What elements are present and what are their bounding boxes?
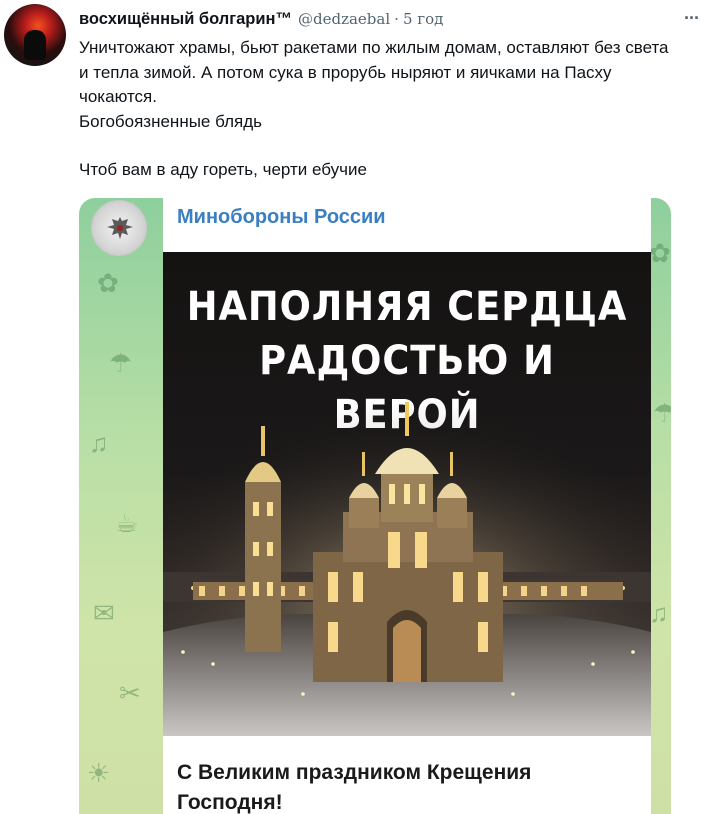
ministry-emblem-icon — [107, 217, 133, 239]
poster-image: НАПОЛНЯЯ СЕРДЦА РАДОСТЬЮ И ВЕРОЙ — [163, 252, 651, 736]
wallpaper-doodle-icon: ♫ — [89, 428, 109, 458]
tweet-text-line: Богобоязненные блядь — [79, 111, 262, 131]
poster-headline-line: НАПОЛНЯЯ СЕРДЦА — [186, 284, 628, 330]
tweet-timestamp[interactable]: 5 год — [403, 10, 443, 28]
wallpaper-doodle-icon: ✿ — [97, 268, 119, 298]
wallpaper-doodle-icon: ☂ — [653, 398, 671, 428]
tweet: восхищённый болгарин™ @dedzaebal · 5 год… — [0, 0, 701, 814]
tweet-text-line: Чтоб вам в аду гореть, черти ебучие — [79, 160, 367, 179]
wallpaper-doodle-icon: ♫ — [649, 598, 669, 628]
author-avatar[interactable] — [4, 4, 66, 66]
channel-name[interactable]: Минобороны России — [177, 206, 386, 229]
tweet-media-image[interactable]: ✿ ☂ ♫ ☕ ✉ ✂ ☀ ✿ ☂ ♫ Минобороны России НА… — [79, 198, 671, 814]
message-caption: С Великим праздником Крещения Господня! — [177, 761, 532, 814]
tweet-header: восхищённый болгарин™ @dedzaebal · 5 год — [79, 10, 443, 30]
tweet-text: Уничтожают храмы, бьют ракетами по жилым… — [79, 36, 679, 183]
cathedral-photo — [163, 402, 651, 736]
wallpaper-doodle-icon: ✉ — [93, 598, 115, 628]
author-handle[interactable]: @dedzaebal — [298, 10, 390, 28]
wallpaper-doodle-icon: ☀ — [87, 758, 111, 788]
author-display-name[interactable]: восхищённый болгарин™ — [79, 10, 292, 29]
message-card: Минобороны России НАПОЛНЯЯ СЕРДЦА РАДОСТ… — [163, 198, 651, 814]
wallpaper-doodle-icon: ☕ — [115, 508, 139, 538]
more-options-icon[interactable]: ··· — [684, 8, 700, 28]
wallpaper-doodle-icon: ✿ — [649, 238, 671, 268]
channel-avatar[interactable] — [91, 200, 147, 256]
wallpaper-doodle-icon: ✂ — [119, 678, 141, 708]
tweet-text-line: Уничтожают храмы, бьют ракетами по жилым… — [79, 38, 669, 106]
wallpaper-doodle-icon: ☂ — [109, 348, 133, 378]
header-separator: · — [394, 10, 399, 28]
